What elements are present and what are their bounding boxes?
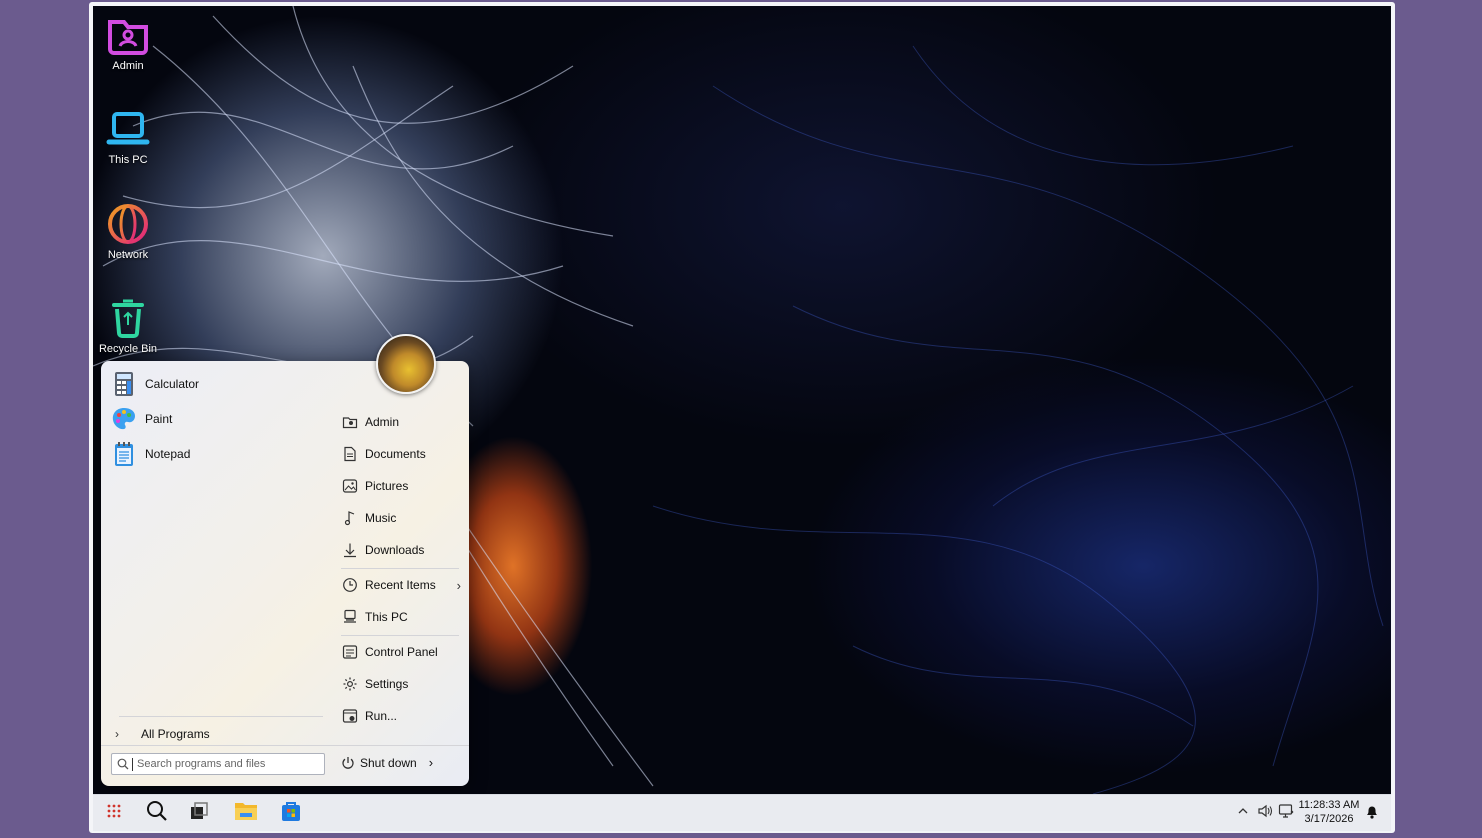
task-view-button[interactable] [184,799,214,827]
start-app-paint[interactable]: Paint [111,404,172,434]
tray-volume-button[interactable] [1256,804,1274,822]
start-place-pictures[interactable]: Pictures [341,473,461,499]
place-label: This PC [365,610,408,624]
start-menu: Calculator Paint Notepad › All Programs [101,361,469,786]
separator [101,745,469,746]
picture-icon [341,477,359,495]
search-icon [146,800,168,827]
app-grid-icon [106,803,122,824]
calculator-icon [111,371,137,397]
desktop-icon-network[interactable]: Network [93,201,163,261]
tray-network-button[interactable] [1277,803,1295,824]
tray-overflow-button[interactable] [1234,804,1252,822]
start-place-recent-items[interactable]: Recent Items › [341,572,461,598]
start-app-notepad[interactable]: Notepad [111,439,190,469]
power-icon [341,756,355,770]
start-app-calculator[interactable]: Calculator [111,369,199,399]
music-note-icon [341,509,359,527]
desktop-icon-this-pc[interactable]: This PC [93,106,163,166]
search-icon [117,758,129,770]
start-place-this-pc[interactable]: This PC [341,604,461,630]
start-app-label: Calculator [145,377,200,391]
place-label: Music [365,511,397,525]
user-avatar[interactable] [376,334,436,394]
gear-icon [341,675,359,693]
taskbar: 11:28:33 AM 3/17/2026 [93,794,1391,831]
desktop-icon-label: Recycle Bin [98,343,158,355]
search-placeholder: Search programs and files [137,758,266,770]
desktop-icon-label: Network [107,249,149,261]
laptop-icon [105,106,151,152]
taskbar-store[interactable] [276,799,306,827]
separator [341,568,459,569]
shutdown-button[interactable]: Shut down › [341,755,433,770]
folder-icon [234,800,258,827]
start-place-downloads[interactable]: Downloads [341,537,461,563]
all-programs-label: All Programs [141,727,210,741]
computer-icon [341,608,359,626]
globe-icon [105,201,151,247]
chevron-right-icon: › [456,577,461,593]
user-folder-icon [105,12,151,58]
start-place-music[interactable]: Music [341,505,461,531]
shutdown-label: Shut down [360,755,417,770]
clock-date: 3/17/2026 [1304,813,1354,825]
place-label: Downloads [365,543,425,557]
start-button[interactable] [99,799,129,827]
chevron-right-icon[interactable]: › [429,755,433,770]
start-place-settings[interactable]: Settings [341,671,461,697]
place-label: Documents [365,447,426,461]
speaker-icon [1257,803,1273,824]
paint-palette-icon [111,406,137,432]
user-folder-icon [341,413,359,431]
bell-icon [1365,803,1379,824]
text-cursor [132,757,133,771]
desktop-icon-recycle-bin[interactable]: Recycle Bin [93,295,163,355]
taskbar-file-explorer[interactable] [231,799,261,827]
separator [341,635,459,636]
desktop-icon-admin[interactable]: Admin [93,12,163,72]
run-icon [341,707,359,725]
search-input[interactable]: Search programs and files [111,753,325,775]
start-app-label: Paint [145,412,173,426]
notepad-icon [111,441,137,467]
taskbar-clock[interactable]: 11:28:33 AM 3/17/2026 [1298,798,1360,826]
place-label: Admin [365,415,400,429]
chevron-right-icon: › [115,727,119,741]
screen: Admin This PC Network Recycle Bin Calcul… [89,2,1395,833]
desktop-icon-label: Admin [112,60,144,72]
clock-icon [341,576,359,594]
control-panel-icon [341,643,359,661]
network-monitor-icon [1278,803,1294,824]
desktop-icon-label: This PC [108,154,148,166]
separator [119,716,323,717]
notifications-button[interactable] [1363,804,1381,822]
desktop-wallpaper[interactable]: Admin This PC Network Recycle Bin Calcul… [93,6,1391,794]
clock-time: 11:28:33 AM [1298,799,1360,811]
place-label: Control Panel [365,645,438,659]
start-place-admin[interactable]: Admin [341,409,461,435]
start-place-run[interactable]: Run... [341,703,461,729]
store-icon [280,800,302,827]
taskbar-search-button[interactable] [142,799,172,827]
place-label: Pictures [365,479,409,493]
start-app-label: Notepad [145,447,191,461]
download-icon [341,541,359,559]
start-place-documents[interactable]: Documents [341,441,461,467]
place-label: Recent Items [365,578,436,592]
place-label: Run... [365,709,398,723]
start-place-control-panel[interactable]: Control Panel [341,639,461,665]
document-icon [341,445,359,463]
recycle-bin-icon [105,295,151,341]
task-view-icon [189,801,209,826]
place-label: Settings [365,677,409,691]
chevron-up-icon [1237,804,1249,822]
